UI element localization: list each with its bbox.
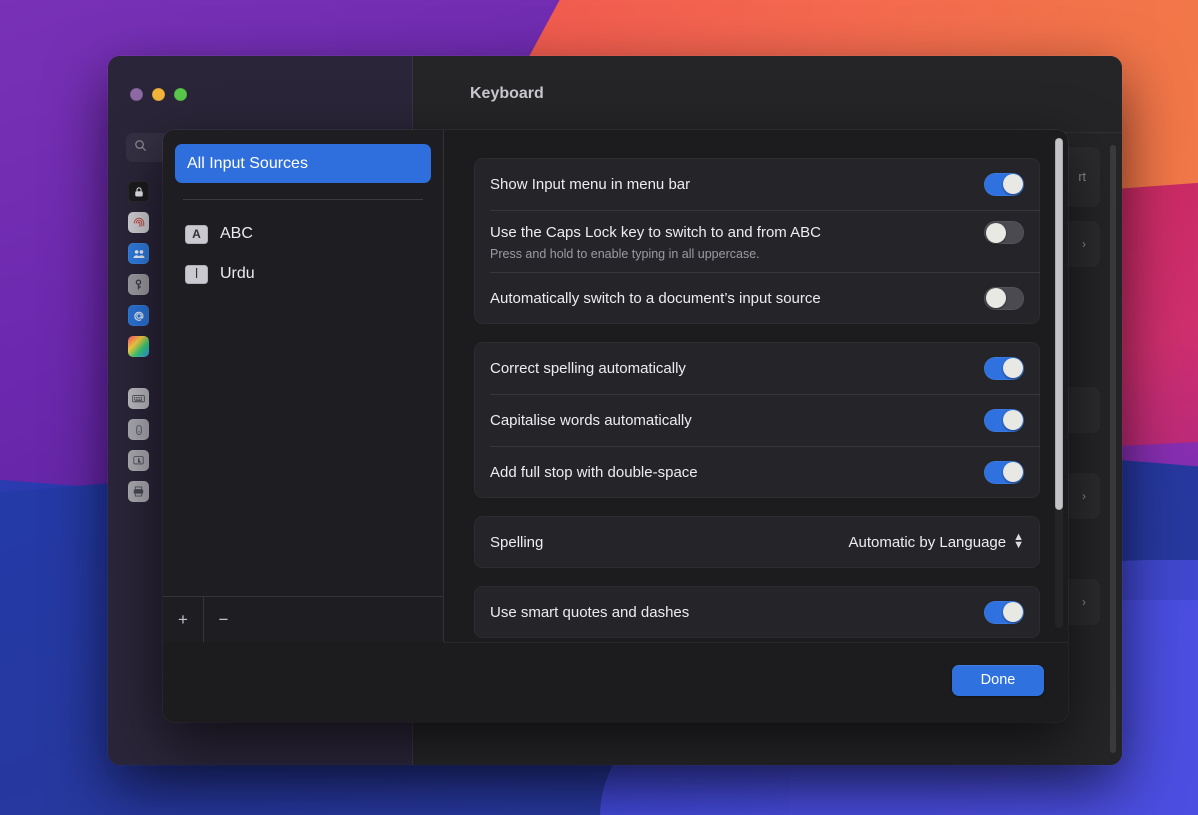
options-group-smart-quotes: Use smart quotes and dashes [474, 586, 1040, 638]
toggle-correct-spelling[interactable] [984, 356, 1024, 380]
window-titlebar [108, 56, 412, 133]
chevron-updown-icon[interactable]: ▲ ▼ [1013, 532, 1024, 551]
done-button[interactable]: Done [952, 664, 1044, 696]
sheet-scrollbar-thumb[interactable] [1055, 138, 1063, 510]
content-titlebar: Keyboard [413, 56, 1122, 133]
toggle-add-full-stop[interactable] [984, 460, 1024, 484]
all-input-sources-label: All Input Sources [187, 154, 308, 172]
urdu-flag-icon: ا [185, 264, 208, 284]
toggle-smart-quotes[interactable] [984, 600, 1024, 624]
close-button[interactable] [130, 88, 143, 101]
sheet-scrollbar-track[interactable] [1055, 138, 1063, 628]
chevron-right-icon: › [1082, 237, 1086, 251]
toggle-caps-lock-switch[interactable] [984, 221, 1024, 244]
row-subtitle: Press and hold to enable typing in all u… [490, 247, 760, 261]
maximize-button[interactable] [174, 88, 187, 101]
minimize-button[interactable] [152, 88, 165, 101]
input-sources-pane: All Input Sources A ABC ا Urdu + − [163, 130, 444, 642]
list-divider [183, 199, 423, 200]
sheet-main: All Input Sources A ABC ا Urdu + − Show … [163, 130, 1068, 642]
sheet-footer: Done [163, 642, 1068, 722]
printer-icon [128, 481, 149, 502]
input-sources-sheet: All Input Sources A ABC ا Urdu + − Show … [163, 130, 1068, 722]
input-options-pane: Show Input menu in menu bar Use the Caps… [444, 130, 1068, 642]
toggle-capitalise-words[interactable] [984, 408, 1024, 432]
row-add-full-stop[interactable]: Add full stop with double-space [474, 446, 1040, 498]
remove-input-source-button[interactable]: − [203, 597, 243, 642]
mouse-icon [128, 419, 149, 440]
list-item-abc[interactable]: A ABC [175, 214, 431, 254]
search-icon [134, 139, 147, 157]
row-caps-lock-switch[interactable]: Use the Caps Lock key to switch to and f… [474, 210, 1040, 272]
row-label: Use smart quotes and dashes [490, 603, 690, 621]
at-sign-icon [128, 305, 149, 326]
input-options-scroll[interactable]: Show Input menu in menu bar Use the Caps… [444, 130, 1068, 642]
input-sources-list[interactable]: All Input Sources A ABC ا Urdu [163, 130, 443, 596]
options-group-text: Correct spelling automatically Capitalis… [474, 342, 1040, 498]
row-label: Correct spelling automatically [490, 359, 686, 377]
row-label: Add full stop with double-space [490, 463, 698, 481]
game-center-icon [128, 336, 149, 357]
toggle-auto-switch-document[interactable] [984, 286, 1024, 310]
chevron-right-icon: › [1082, 595, 1086, 609]
row-label: Use the Caps Lock key to switch to and f… [490, 224, 821, 241]
row-label: Show Input menu in menu bar [490, 175, 691, 193]
options-group-spelling: Spelling Automatic by Language ▲ ▼ [474, 516, 1040, 568]
row-spelling[interactable]: Spelling Automatic by Language ▲ ▼ [474, 516, 1040, 568]
list-item-all-input-sources[interactable]: All Input Sources [175, 144, 431, 183]
content-scrollbar[interactable] [1110, 145, 1116, 753]
options-group-input-menu: Show Input menu in menu bar Use the Caps… [474, 158, 1040, 324]
row-smart-quotes[interactable]: Use smart quotes and dashes [474, 586, 1040, 638]
trackpad-icon [128, 450, 149, 471]
list-item-label: ABC [220, 225, 253, 242]
users-icon [128, 243, 149, 264]
list-item-urdu[interactable]: ا Urdu [175, 254, 431, 294]
page-title: Keyboard [470, 85, 544, 102]
row-main: Use the Caps Lock key to switch to and f… [490, 221, 1024, 244]
row-capitalise-words[interactable]: Capitalise words automatically [474, 394, 1040, 446]
key-icon [128, 274, 149, 295]
fingerprint-icon [128, 212, 149, 233]
row-show-input-menu[interactable]: Show Input menu in menu bar [474, 158, 1040, 210]
add-input-source-button[interactable]: + [163, 597, 203, 642]
keyboard-icon [128, 388, 149, 409]
lock-icon [128, 181, 149, 202]
row-label: Spelling [490, 533, 544, 551]
row-auto-switch-document[interactable]: Automatically switch to a document’s inp… [474, 272, 1040, 324]
toggle-show-input-menu[interactable] [984, 172, 1024, 196]
row-label: Automatically switch to a document’s inp… [490, 289, 821, 307]
abc-flag-icon: A [185, 224, 208, 244]
spelling-value: Automatic by Language [848, 533, 1007, 551]
chevron-right-icon: › [1082, 489, 1086, 503]
background-row-label: rt [1078, 170, 1086, 184]
list-item-label: Urdu [220, 265, 255, 282]
row-correct-spelling[interactable]: Correct spelling automatically [474, 342, 1040, 394]
row-label: Capitalise words automatically [490, 411, 692, 429]
input-sources-footer: + − [163, 596, 443, 642]
